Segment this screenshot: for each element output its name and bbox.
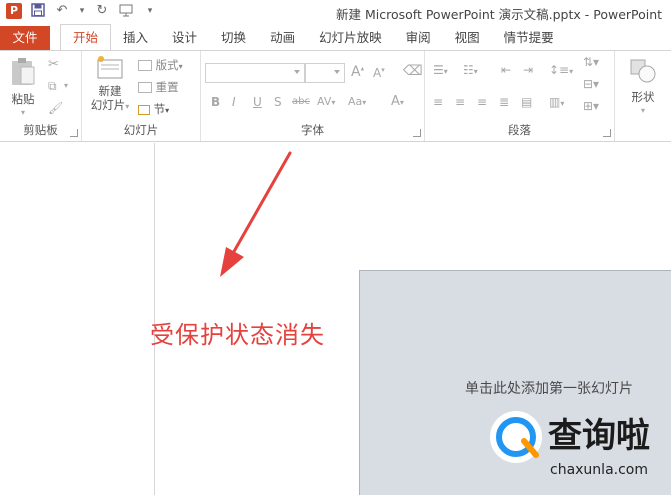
slide-placeholder-text[interactable]: 单击此处添加第一张幻灯片	[465, 378, 633, 398]
section-label: 节	[153, 102, 166, 116]
clipboard-launcher[interactable]	[70, 129, 78, 137]
underline-button[interactable]: U	[253, 95, 262, 109]
slideshow-from-start-icon[interactable]	[118, 3, 134, 19]
align-center-icon[interactable]: ≡	[455, 95, 465, 109]
distributed-icon[interactable]: ▤	[521, 95, 532, 109]
numbering-icon[interactable]: ☷▾	[463, 63, 478, 77]
layout-label: 版式	[155, 58, 179, 72]
font-name-dropdown-icon[interactable]	[294, 70, 300, 74]
quick-access-toolbar: P ↶ ▾ ↻ ▾	[6, 3, 158, 19]
text-direction-icon[interactable]: ⇅▾	[583, 55, 599, 69]
tab-slideshow[interactable]: 幻灯片放映	[307, 26, 394, 50]
powerpoint-logo-icon: P	[6, 3, 22, 19]
decrease-indent-icon[interactable]: ⇤	[501, 63, 511, 77]
slides-group-label: 幻灯片	[123, 123, 159, 137]
line-spacing-icon[interactable]: ↕≡▾	[549, 63, 573, 77]
tab-animations[interactable]: 动画	[258, 26, 307, 50]
font-color-button[interactable]: A▾	[391, 94, 404, 109]
clipboard-group-label: 剪贴板	[23, 123, 58, 137]
annotation-text: 受保护状态消失	[150, 321, 325, 349]
new-slide-button[interactable]: 新建 幻灯片▾	[86, 55, 134, 114]
cut-icon[interactable]: ✂	[48, 57, 59, 72]
slides-group: 新建 幻灯片▾ 版式▾ 重置 节▾ 幻灯片	[82, 51, 201, 141]
smartart-icon[interactable]: ⊞▾	[583, 99, 599, 113]
font-name-combo[interactable]	[205, 63, 305, 83]
justify-icon[interactable]: ≣	[499, 95, 509, 109]
ribbon-tabs: 文件 开始 插入 设计 切换 动画 幻灯片放映 审阅 视图 情节提要	[0, 24, 671, 50]
tab-home[interactable]: 开始	[60, 24, 112, 50]
tab-transitions[interactable]: 切换	[209, 26, 258, 50]
align-left-icon[interactable]: ≡	[433, 95, 443, 109]
watermark-brand-en: chaxunla.com	[550, 462, 648, 478]
bold-button[interactable]: B	[211, 95, 220, 109]
format-painter-icon[interactable]: 🖌	[48, 101, 63, 115]
align-text-icon[interactable]: ⊟▾	[583, 77, 599, 91]
strikethrough-button[interactable]: abc	[292, 96, 310, 107]
paragraph-group-label: 段落	[508, 123, 531, 137]
copy-dropdown-icon[interactable]: ▾	[64, 81, 68, 90]
tab-view[interactable]: 视图	[443, 26, 492, 50]
clear-formatting-icon[interactable]: ⌫	[403, 63, 423, 79]
new-slide-label-2: 幻灯片▾	[90, 98, 130, 112]
char-spacing-button[interactable]: AV▾	[317, 95, 335, 108]
redo-icon[interactable]: ↻	[94, 3, 110, 19]
shapes-label: 形状	[631, 90, 655, 104]
paste-label: 粘贴	[11, 92, 35, 106]
window-title: 新建 Microsoft PowerPoint 演示文稿.pptx - Powe…	[336, 7, 663, 22]
paragraph-group: ☰▾ ☷▾ ⇤ ⇥ ↕≡▾ ⇅▾ ⊟▾ ⊞▾ ≡ ≡ ≡ ≣ ▤ ▥▾ 段落	[425, 51, 615, 141]
shrink-font-button[interactable]: A▾	[373, 66, 385, 80]
watermark-logo-icon	[490, 411, 542, 463]
italic-button[interactable]: I	[232, 95, 236, 109]
font-group-label: 字体	[301, 123, 324, 137]
tab-insert[interactable]: 插入	[111, 26, 160, 50]
watermark-brand-cn: 查询啦	[548, 416, 650, 456]
watermark: 查询啦 chaxunla.com	[490, 408, 670, 494]
increase-indent-icon[interactable]: ⇥	[523, 63, 533, 77]
ribbon: 粘贴 ▾ ✂ ⧉ ▾ 🖌 剪贴板 新建 幻灯片▾ 版式▾ 重置 节▾ 幻灯片 A…	[0, 50, 671, 142]
tab-design[interactable]: 设计	[160, 26, 209, 50]
title-bar: P ↶ ▾ ↻ ▾ 新建 Microsoft PowerPoint 演示文稿.p…	[0, 0, 671, 24]
tab-file[interactable]: 文件	[0, 26, 50, 50]
align-right-icon[interactable]: ≡	[477, 95, 487, 109]
annotation-arrow	[220, 151, 292, 277]
paste-button[interactable]: 粘贴 ▾	[6, 57, 40, 120]
shapes-dropdown-icon[interactable]: ▾	[623, 104, 663, 118]
section-icon	[138, 104, 150, 115]
shapes-icon	[630, 59, 656, 83]
workspace: 受保护状态消失 单击此处添加第一张幻灯片 查询啦 chaxunla.com	[0, 143, 671, 495]
change-case-button[interactable]: Aa▾	[348, 95, 366, 108]
drawing-group: 形状 ▾	[615, 51, 671, 141]
customize-qat-icon[interactable]: ▾	[142, 3, 158, 19]
grow-font-button[interactable]: A▴	[351, 64, 364, 80]
section-button[interactable]: 节▾	[138, 101, 169, 117]
paste-dropdown-icon[interactable]: ▾	[6, 106, 40, 120]
columns-icon[interactable]: ▥▾	[549, 95, 564, 109]
reset-icon	[138, 82, 152, 93]
paragraph-launcher[interactable]	[603, 129, 611, 137]
tab-storyboarding[interactable]: 情节提要	[492, 26, 566, 50]
reset-button[interactable]: 重置	[138, 79, 179, 95]
layout-icon	[138, 60, 152, 71]
undo-icon[interactable]: ↶	[54, 3, 70, 19]
new-slide-icon	[97, 56, 123, 79]
shadow-button[interactable]: S	[274, 95, 282, 109]
shapes-button[interactable]: 形状 ▾	[623, 57, 663, 118]
tab-review[interactable]: 审阅	[394, 26, 443, 50]
new-slide-label-1: 新建	[98, 84, 122, 98]
font-size-combo[interactable]	[305, 63, 345, 83]
paste-icon	[12, 58, 35, 85]
undo-dropdown-icon[interactable]: ▾	[78, 3, 86, 19]
bullets-icon[interactable]: ☰▾	[433, 63, 448, 77]
font-launcher[interactable]	[413, 129, 421, 137]
copy-icon[interactable]: ⧉	[48, 79, 57, 94]
clipboard-group: 粘贴 ▾ ✂ ⧉ ▾ 🖌 剪贴板	[0, 51, 82, 141]
font-size-dropdown-icon[interactable]	[334, 70, 340, 74]
save-icon[interactable]	[30, 3, 46, 19]
layout-button[interactable]: 版式▾	[138, 57, 183, 73]
font-group: A▴ A▾ ⌫ B I U S abc AV▾ Aa▾ A▾ 字体	[201, 51, 425, 141]
reset-label: 重置	[155, 80, 179, 94]
